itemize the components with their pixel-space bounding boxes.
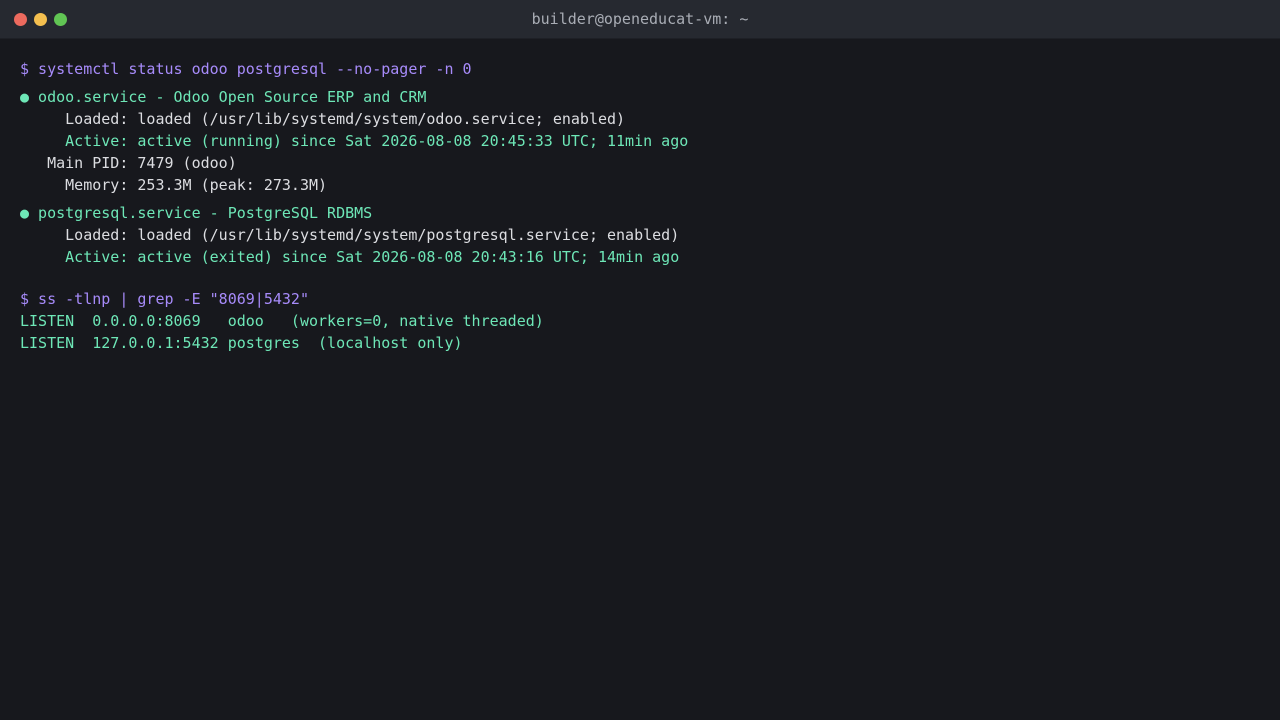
terminal-output[interactable]: $ systemctl status odoo postgresql --no-… xyxy=(20,58,1260,354)
terminal-window: builder@openeducat-vm: ~ $ systemctl sta… xyxy=(0,0,1280,720)
postgresql-service-header: ● postgresql.service - PostgreSQL RDBMS xyxy=(20,204,373,222)
odoo-memory-line: Memory: 253.3M (peak: 273.3M) xyxy=(20,176,328,194)
odoo-active-line: Active: active (running) since Sat 2026-… xyxy=(20,132,689,150)
postgresql-loaded-line: Loaded: loaded (/usr/lib/systemd/system/… xyxy=(20,226,680,244)
postgresql-active-line: Active: active (exited) since Sat 2026-0… xyxy=(20,248,680,266)
odoo-service-header: ● odoo.service - Odoo Open Source ERP an… xyxy=(20,88,427,106)
listen-line-odoo: LISTEN 0.0.0.0:8069 odoo (workers=0, nat… xyxy=(20,312,544,330)
listen-line-postgres: LISTEN 127.0.0.1:5432 postgres (localhos… xyxy=(20,334,463,352)
odoo-pid-line: Main PID: 7479 (odoo) xyxy=(20,154,237,172)
odoo-loaded-line: Loaded: loaded (/usr/lib/systemd/system/… xyxy=(20,110,626,128)
command-line-ss: $ ss -tlnp | grep -E "8069|5432" xyxy=(20,290,309,308)
command-line-systemctl: $ systemctl status odoo postgresql --no-… xyxy=(20,60,472,78)
window-title: builder@openeducat-vm: ~ xyxy=(531,10,749,28)
title-bar[interactable]: builder@openeducat-vm: ~ xyxy=(0,0,1280,39)
